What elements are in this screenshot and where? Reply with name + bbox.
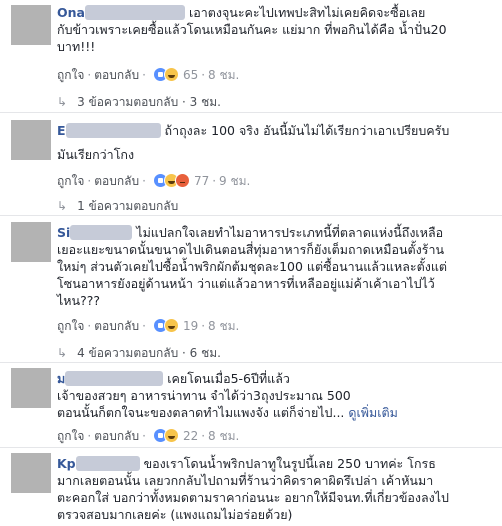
reaction-count: 22 (182, 429, 199, 443)
reply-link[interactable]: ตอบกลับ (94, 429, 139, 443)
commenter-name[interactable]: Si (57, 225, 133, 240)
comment-2: E ถ้าถุงละ 100 จริง อันนี้มันไม่ได้เรียก… (0, 113, 502, 215)
reactions[interactable] (152, 173, 190, 188)
comment-5: Kp ของเราโดนน้ำพริกปลาทูในรูปนี้เลย 250 … (0, 448, 502, 526)
comment-text-line: โซนอาหารยังอยู่ด้านหน้า ว่าแต่แล้วอาหารท… (57, 276, 435, 291)
haha-reaction-icon (163, 428, 179, 443)
like-link[interactable]: ถูกใจ (57, 68, 84, 82)
reply-link[interactable]: ตอบกลับ (94, 319, 139, 333)
comment-body: Si ไม่แปลกใจเลยทำไมอาหารประเภทนี้ที่ตลาด… (57, 224, 494, 309)
reactions[interactable] (152, 428, 179, 443)
commenter-name[interactable]: ม (57, 371, 164, 386)
timestamp[interactable]: 9 ชม. (219, 174, 250, 188)
comment-text-line: เจ้าของสวยๆ อาหารน่าทาน จำได้ว่า3ถุงประม… (57, 388, 351, 403)
reply-arrow-icon: ↳ (57, 346, 68, 360)
avatar[interactable] (11, 120, 51, 160)
comment-text-line: ใหม่ๆ ส่วนตัวเคยไปซื้อน้ำพริกผักต้มชุดละ… (57, 259, 447, 274)
comment-text-line: บาท!!! (57, 39, 96, 54)
commenter-name[interactable]: Kp (57, 456, 140, 471)
comment-text: ไม่แปลกใจเลยทำไมอาหารประเภทนี้ที่ตลาดแห่… (136, 225, 444, 240)
reply-link[interactable]: ตอบกลับ (94, 68, 139, 82)
reactions[interactable] (152, 67, 179, 82)
like-link[interactable]: ถูกใจ (57, 319, 84, 333)
timestamp[interactable]: 8 ชม. (208, 319, 239, 333)
comment-text-line: ตอนนั้นก็ตกใจนะของตลาดทำไมแพงจัง แต่ก็จ่… (57, 405, 345, 420)
comment-actions: ถูกใจ · ตอบกลับ · 19 · 8 ชม. (57, 318, 240, 333)
reply-link[interactable]: ตอบกลับ (94, 174, 139, 188)
comment-actions: ถูกใจ · ตอบกลับ · 65 · 8 ชม. (57, 67, 240, 82)
like-link[interactable]: ถูกใจ (57, 174, 84, 188)
avatar[interactable] (11, 368, 51, 408)
view-replies[interactable]: ↳ 1 ข้อความตอบกลับ (57, 198, 178, 214)
comment-text: ของเราโดนน้ำพริกปลาทูในรูปนี้เลย 250 บาท… (143, 456, 436, 471)
reply-arrow-icon: ↳ (57, 199, 68, 213)
comment-body: Kp ของเราโดนน้ำพริกปลาทูในรูปนี้เลย 250 … (57, 455, 494, 523)
like-link[interactable]: ถูกใจ (57, 429, 84, 443)
comment-text: เคยโดนเมื่อ5-6ปีที่แล้ว (167, 371, 290, 386)
angry-reaction-icon (174, 173, 190, 188)
reaction-count: 77 (193, 174, 210, 188)
reply-arrow-icon: ↳ (57, 95, 68, 109)
view-replies[interactable]: ↳ 3 ข้อความตอบกลับ · 3 ชม. (57, 94, 221, 110)
avatar[interactable] (11, 5, 51, 45)
comment-actions: ถูกใจ · ตอบกลับ · 77 · 9 ชม. (57, 173, 251, 188)
haha-reaction-icon (163, 67, 179, 82)
comment-text-line: มันเรียกว่าโกง (57, 147, 135, 162)
reactions[interactable] (152, 318, 179, 333)
comment-body: ม เคยโดนเมื่อ5-6ปีที่แล้ว เจ้าของสวยๆ อา… (57, 370, 494, 421)
commenter-name[interactable]: Ona (57, 5, 185, 20)
reaction-count: 65 (182, 68, 199, 82)
comment-body: E ถ้าถุงละ 100 จริง อันนี้มันไม่ได้เรียก… (57, 122, 494, 163)
comment-text-line: เยอะแยะขนาดนั้นขนาดไปเดินตอนสี่ทุ่มอาหาร… (57, 242, 445, 257)
comment-body: Ona เอาตงจุนะคะไปเทพปะสิทไม่เคยคิดจะซื้อ… (57, 4, 494, 55)
comment-4: ม เคยโดนเมื่อ5-6ปีที่แล้ว เจ้าของสวยๆ อา… (0, 363, 502, 451)
comment-text-line: กับข้าวเพราะเคยซื้อแล้วโดนเหมือนกันคะ แย… (57, 22, 447, 37)
comment-text-line: ตะคอกใส่ บอกว่าทั้งหมดตามราคาก่อนนะ อยาก… (57, 490, 449, 505)
avatar[interactable] (11, 222, 51, 262)
comment-1: Ona เอาตงจุนะคะไปเทพปะสิทไม่เคยคิดจะซื้อ… (0, 0, 502, 114)
commenter-name[interactable]: E (57, 123, 161, 138)
view-replies[interactable]: ↳ 4 ข้อความตอบกลับ · 6 ชม. (57, 345, 221, 361)
comment-text: ถ้าถุงละ 100 จริง อันนี้มันไม่ได้เรียกว่… (164, 123, 450, 138)
comment-text-line: ตรวจสอบมากเลยค่ะ (แพงแถมไม่อร่อยด้วย) (57, 507, 293, 522)
avatar[interactable] (11, 453, 51, 493)
comment-text: เอาตงจุนะคะไปเทพปะสิทไม่เคยคิดจะซื้อเลย (188, 5, 426, 20)
timestamp[interactable]: 8 ชม. (208, 429, 239, 443)
comment-text-line: มากเลยตอนนั้น เลยวกกลับไปถามที่ร้านว่าคิ… (57, 473, 434, 488)
comment-text-line: ไหน??? (57, 293, 100, 308)
see-more-link[interactable]: ดูเพิ่มเติม (348, 405, 398, 420)
reaction-count: 19 (182, 319, 199, 333)
comment-3: Si ไม่แปลกใจเลยทำไมอาหารประเภทนี้ที่ตลาด… (0, 216, 502, 364)
haha-reaction-icon (163, 318, 179, 333)
timestamp[interactable]: 8 ชม. (208, 68, 239, 82)
comment-actions: ถูกใจ · ตอบกลับ · 22 · 8 ชม. (57, 428, 240, 443)
